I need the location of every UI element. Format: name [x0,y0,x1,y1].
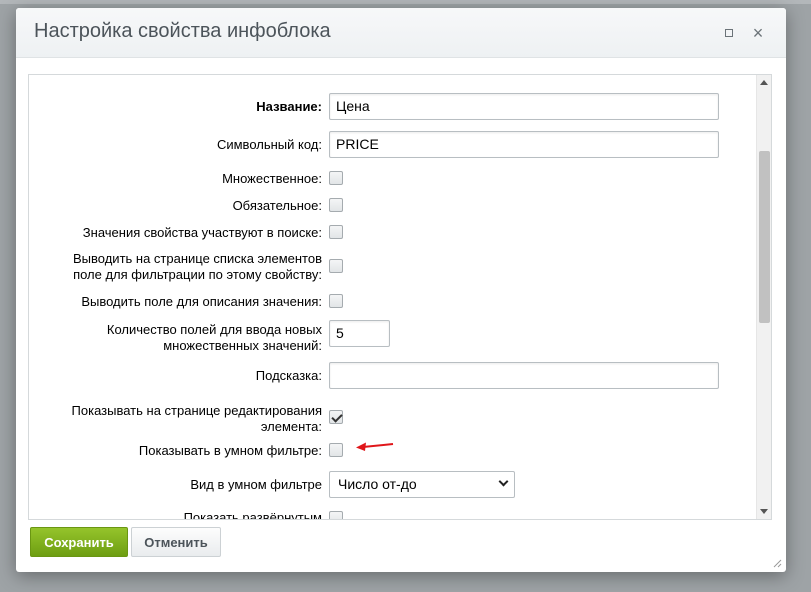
multiple-count-input[interactable]: 5 [329,320,390,347]
show-on-edit-checkbox[interactable] [329,410,343,424]
with-description-checkbox[interactable] [329,294,343,308]
row-required: Обязательное: [29,197,757,215]
row-multiple: Множественное: [29,170,757,188]
smart-filter-label: Показывать в умном фильтре: [138,443,322,458]
searchable-checkbox[interactable] [329,225,343,239]
row-smart-filter-view: Вид в умном фильтре Число от-до [29,471,757,499]
vertical-scrollbar[interactable] [756,75,771,519]
code-label: Символьный код: [216,137,322,152]
cancel-button[interactable]: Отменить [131,527,221,557]
dialog-title: Настройка свойства инфоблока [34,20,331,42]
row-show-on-edit: Показывать на странице редактирования эл… [29,401,757,435]
multiple-checkbox[interactable] [329,171,343,185]
maximize-icon[interactable] [720,24,738,42]
row-searchable: Значения свойства участвуют в поиске: [29,224,757,242]
show-on-edit-label: Показывать на странице редактирования эл… [72,403,322,435]
searchable-label: Значения свойства участвуют в поиске: [82,225,322,240]
name-input[interactable]: Цена [329,93,719,120]
form-scroll-area: Название: Цена Символьный код: PRICE Мно… [29,75,757,520]
with-description-label: Выводить поле для описания значения: [81,294,322,309]
background-page [0,0,811,4]
property-settings-dialog: Настройка свойства инфоблока × Название:… [16,8,786,572]
smart-filter-checkbox[interactable] [329,443,343,457]
multiple-count-label-line1: Количество полей для ввода новых [106,322,322,337]
name-label: Название: [256,99,322,114]
filter-list-checkbox[interactable] [329,259,343,273]
show-on-edit-label-line2: элемента: [260,419,322,434]
row-filter-list: Выводить на странице списка элементов по… [29,250,757,284]
resize-grip-icon[interactable] [772,558,782,568]
row-name: Название: Цена [29,93,757,121]
filter-list-label-line1: Выводить на странице списка элементов [73,251,322,266]
row-multiple-count: Количество полей для ввода новых множест… [29,320,757,354]
smart-filter-view-value: Число от-до [338,476,417,492]
smart-filter-view-label: Вид в умном фильтре [190,477,322,492]
scroll-up-icon[interactable] [760,80,768,85]
filter-list-label-line2: поле для фильтрации по этому свойству: [73,267,322,282]
hint-input[interactable] [329,362,719,389]
scroll-down-icon[interactable] [760,509,768,514]
hint-label: Подсказка: [255,368,322,383]
show-on-edit-label-line1: Показывать на странице редактирования [71,403,322,418]
row-code: Символьный код: PRICE [29,131,757,159]
annotation-arrow-icon [356,442,394,451]
show-expanded-label: Показать развёрнутым [183,510,322,520]
smart-filter-view-select[interactable]: Число от-до [329,471,515,498]
dialog-header: Настройка свойства инфоблока × [16,8,786,58]
close-icon[interactable]: × [749,24,767,42]
form-content: Название: Цена Символьный код: PRICE Мно… [28,74,772,520]
required-checkbox[interactable] [329,198,343,212]
row-with-description: Выводить поле для описания значения: [29,293,757,311]
chevron-down-icon [498,476,509,487]
row-show-expanded: Показать развёрнутым [29,509,757,520]
multiple-count-label-line2: множественных значений: [163,338,322,353]
row-hint: Подсказка: [29,362,757,390]
code-input[interactable]: PRICE [329,131,719,158]
multiple-count-label: Количество полей для ввода новых множест… [107,322,322,354]
scrollbar-thumb[interactable] [759,151,770,323]
save-button[interactable]: Сохранить [30,527,128,557]
show-expanded-checkbox[interactable] [329,511,343,519]
multiple-label: Множественное: [222,171,322,186]
required-label: Обязательное: [232,198,322,213]
filter-list-label: Выводить на странице списка элементов по… [73,251,322,283]
